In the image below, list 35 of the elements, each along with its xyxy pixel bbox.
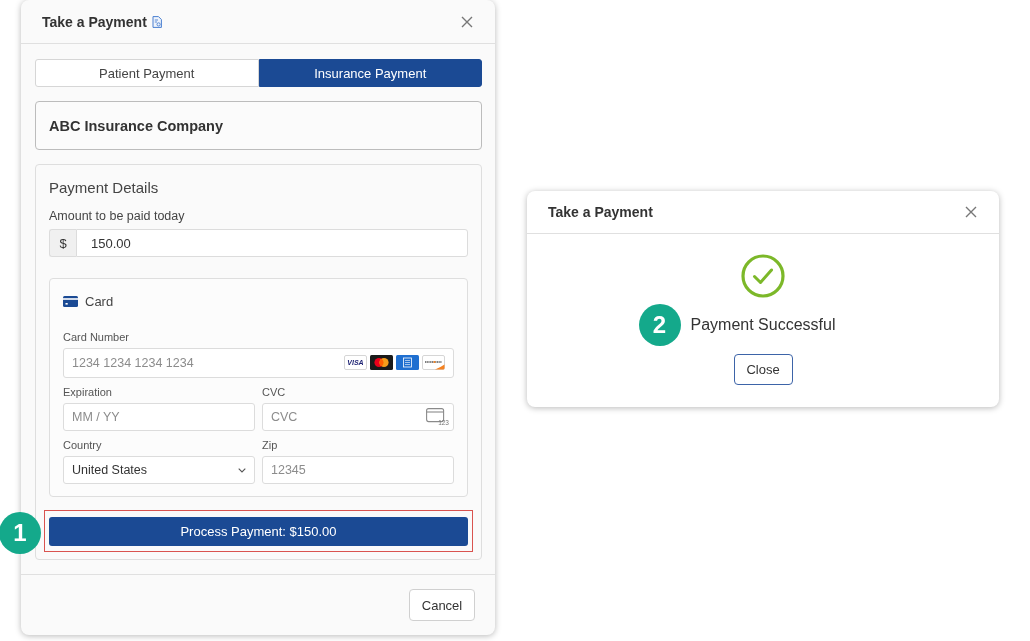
mastercard-logo-icon [370, 355, 393, 370]
credit-card-icon [63, 295, 78, 307]
insurer-name: ABC Insurance Company [35, 101, 482, 150]
field-label: CVC [262, 385, 287, 399]
close-icon [965, 206, 977, 218]
payment-method-label: Card [85, 293, 114, 309]
expiration-input[interactable]: MM / YY [63, 403, 255, 431]
field-label: Card Number [63, 330, 131, 344]
country-select[interactable]: United States [63, 456, 255, 484]
step-badge: 2 [638, 304, 681, 346]
currency-prefix: $ [49, 229, 76, 257]
zip-input[interactable]: 12345 [262, 456, 454, 484]
field-label: Expiration [63, 385, 113, 399]
chevron-down-icon [238, 467, 246, 473]
field-label: Country [63, 438, 103, 452]
cancel-button[interactable]: Cancel [409, 589, 475, 621]
card-brand-icon [422, 355, 445, 370]
close-icon [461, 15, 473, 28]
field-label: Amount to be paid today [49, 208, 186, 224]
success-message: Payment Successful [690, 316, 836, 334]
payment-tab[interactable]: Insurance Payment [258, 59, 482, 87]
step-badge: 1 [0, 512, 41, 554]
close-button[interactable] [965, 206, 977, 218]
section-heading: Payment Details [49, 178, 160, 198]
process-payment-button[interactable]: Process Payment: $150.00 [49, 517, 468, 546]
dialog-title: Take a Payment [42, 13, 147, 30]
close-button[interactable] [461, 15, 473, 28]
document-icon[interactable] [151, 15, 162, 28]
payment-tab[interactable]: Patient Payment [35, 59, 259, 87]
field-label: Zip [262, 438, 279, 452]
card-brand-icon [396, 355, 419, 370]
dialog-title: Take a Payment [548, 204, 653, 220]
close-button[interactable]: Close [733, 354, 793, 385]
check-circle-icon [741, 254, 785, 298]
amount-input[interactable]: 150.00 [76, 229, 468, 257]
